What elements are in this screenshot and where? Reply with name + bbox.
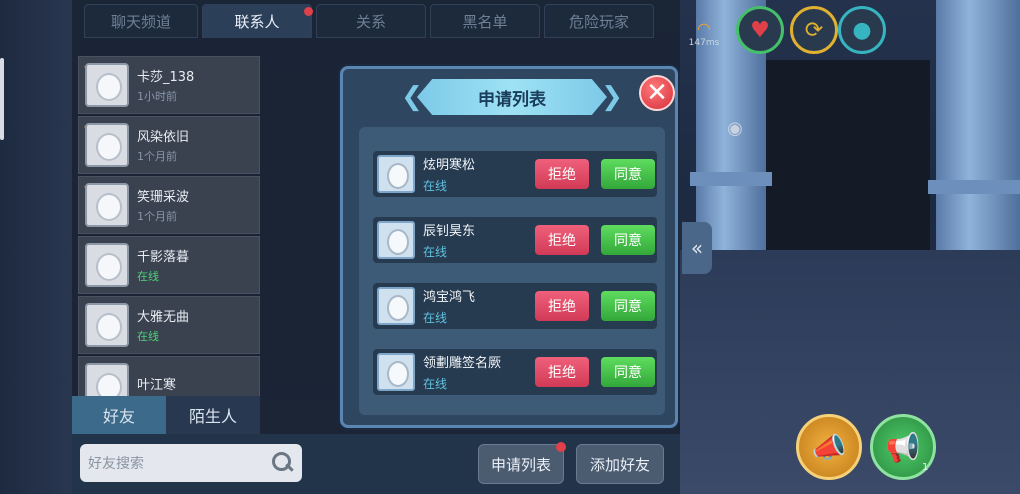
requester-status: 在线	[423, 245, 448, 259]
tab-chat[interactable]: 聊天频道	[84, 4, 198, 38]
contact-status: 1个月前	[137, 150, 177, 163]
requester-name: 领劃雕签名厥	[423, 356, 502, 371]
list-item[interactable]: 千影落暮 在线	[78, 236, 260, 294]
requester-status: 在线	[423, 179, 448, 193]
reject-button[interactable]: 拒绝	[535, 225, 589, 255]
scene-pillar-base	[928, 180, 1020, 194]
requester-status: 在线	[423, 377, 448, 391]
heart-icon[interactable]: ♥	[736, 6, 784, 54]
friend-tab-bar: 好友 陌生人	[72, 396, 260, 434]
horn-counter: 1	[922, 462, 929, 473]
water-drop-icon[interactable]: ●	[838, 6, 886, 54]
dialog-title: 申请列表	[417, 79, 607, 115]
tab-contacts[interactable]: 联系人	[202, 4, 313, 38]
requester-status: 在线	[423, 311, 448, 325]
refresh-icon[interactable]: ⟳	[790, 6, 838, 54]
contact-status: 1个月前	[137, 210, 177, 223]
ping-text: 147ms	[688, 38, 720, 48]
scene-pillar-base	[690, 172, 772, 186]
accept-button[interactable]: 同意	[601, 225, 655, 255]
contact-list[interactable]: ★ 卡莎_1381小时前 ★ 风染依旧1个月前 ★ 笑珊采波1个月前 千影落暮在…	[78, 56, 260, 396]
collapse-toggle[interactable]: «	[682, 222, 712, 274]
contact-status: 在线	[137, 270, 159, 283]
megaphone-icon[interactable]: 📣	[796, 414, 862, 480]
requester-name: 鸿宝鸿飞	[423, 290, 476, 305]
search-placeholder: 好友搜索	[88, 456, 144, 472]
notification-badge	[304, 7, 313, 16]
tab-friends[interactable]: 好友	[72, 396, 166, 434]
contact-name: 叶江寒	[137, 378, 177, 393]
scene-wall	[0, 0, 80, 494]
request-list-dialog: ❮ 申请列表 ❯ ✕ 炫明寒松 在线 拒绝 同意 辰钊昊东 在线 拒绝 同意 鸿宝鸿…	[340, 66, 678, 428]
list-item[interactable]: 叶江寒	[78, 356, 260, 396]
wifi-icon: ◠	[697, 19, 711, 38]
edge-handle[interactable]	[0, 58, 4, 140]
list-item: 鸿宝鸿飞在线 拒绝 同意	[373, 283, 657, 329]
reject-button[interactable]: 拒绝	[535, 159, 589, 189]
notification-badge	[556, 442, 566, 452]
list-item: 炫明寒松在线 拒绝 同意	[373, 151, 657, 197]
tab-strangers[interactable]: 陌生人	[166, 396, 260, 434]
request-list: 炫明寒松 在线 拒绝 同意 辰钊昊东 在线 拒绝 同意 鸿宝鸿飞 在线 拒绝 同意 领…	[359, 127, 665, 415]
contact-name: 千影落暮	[137, 250, 190, 265]
search-input[interactable]: 好友搜索	[80, 444, 302, 482]
accept-button[interactable]: 同意	[601, 159, 655, 189]
avatar	[377, 353, 415, 391]
double-chevron-left-icon: «	[690, 236, 704, 260]
contact-name: 大雅无曲	[137, 310, 190, 325]
list-item[interactable]: ★ 卡莎_1381小时前	[78, 56, 260, 114]
avatar	[85, 63, 129, 107]
list-item[interactable]: ★ 风染依旧1个月前	[78, 116, 260, 174]
contact-status: 1小时前	[137, 90, 177, 103]
reject-button[interactable]: 拒绝	[535, 357, 589, 387]
avatar	[85, 243, 129, 287]
tab-blacklist[interactable]: 黑名单	[430, 4, 540, 38]
requester-name: 辰钊昊东	[423, 224, 476, 239]
accept-button[interactable]: 同意	[601, 291, 655, 321]
contact-name: 笑珊采波	[137, 190, 190, 205]
request-list-button[interactable]: 申请列表	[478, 442, 566, 484]
avatar	[377, 155, 415, 193]
contact-status: 在线	[137, 330, 159, 343]
avatar	[85, 303, 129, 347]
top-tab-bar: 聊天频道 联系人 关系 黑名单 危险玩家	[84, 4, 674, 40]
add-friend-button[interactable]: 添加好友	[576, 444, 664, 484]
search-icon[interactable]	[272, 452, 294, 474]
scene-pillar-right	[936, 0, 1020, 250]
tab-danger-players[interactable]: 危险玩家	[544, 4, 654, 38]
scene-doorway	[760, 60, 930, 260]
tab-relations[interactable]: 关系	[316, 4, 426, 38]
reject-button[interactable]: 拒绝	[535, 291, 589, 321]
avatar	[85, 123, 129, 167]
list-item: 辰钊昊东在线 拒绝 同意	[373, 217, 657, 263]
close-icon: ✕	[646, 78, 668, 108]
contact-name: 风染依旧	[137, 130, 190, 145]
signal-indicator: ◠ 147ms	[684, 20, 724, 54]
avatar	[85, 183, 129, 227]
avatar	[377, 287, 415, 325]
avatar	[377, 221, 415, 259]
accept-button[interactable]: 同意	[601, 357, 655, 387]
list-item: 领劃雕签名厥 在线 拒绝 同意	[373, 349, 657, 395]
avatar	[85, 363, 129, 396]
eye-icon[interactable]: ◉	[722, 118, 748, 139]
close-button[interactable]: ✕	[639, 75, 675, 111]
ornament-icon: ❯	[601, 82, 623, 112]
list-item[interactable]: ★ 笑珊采波1个月前	[78, 176, 260, 234]
contact-name: 卡莎_138	[137, 70, 195, 85]
requester-name: 炫明寒松	[423, 158, 476, 173]
list-item[interactable]: 大雅无曲 在线	[78, 296, 260, 354]
